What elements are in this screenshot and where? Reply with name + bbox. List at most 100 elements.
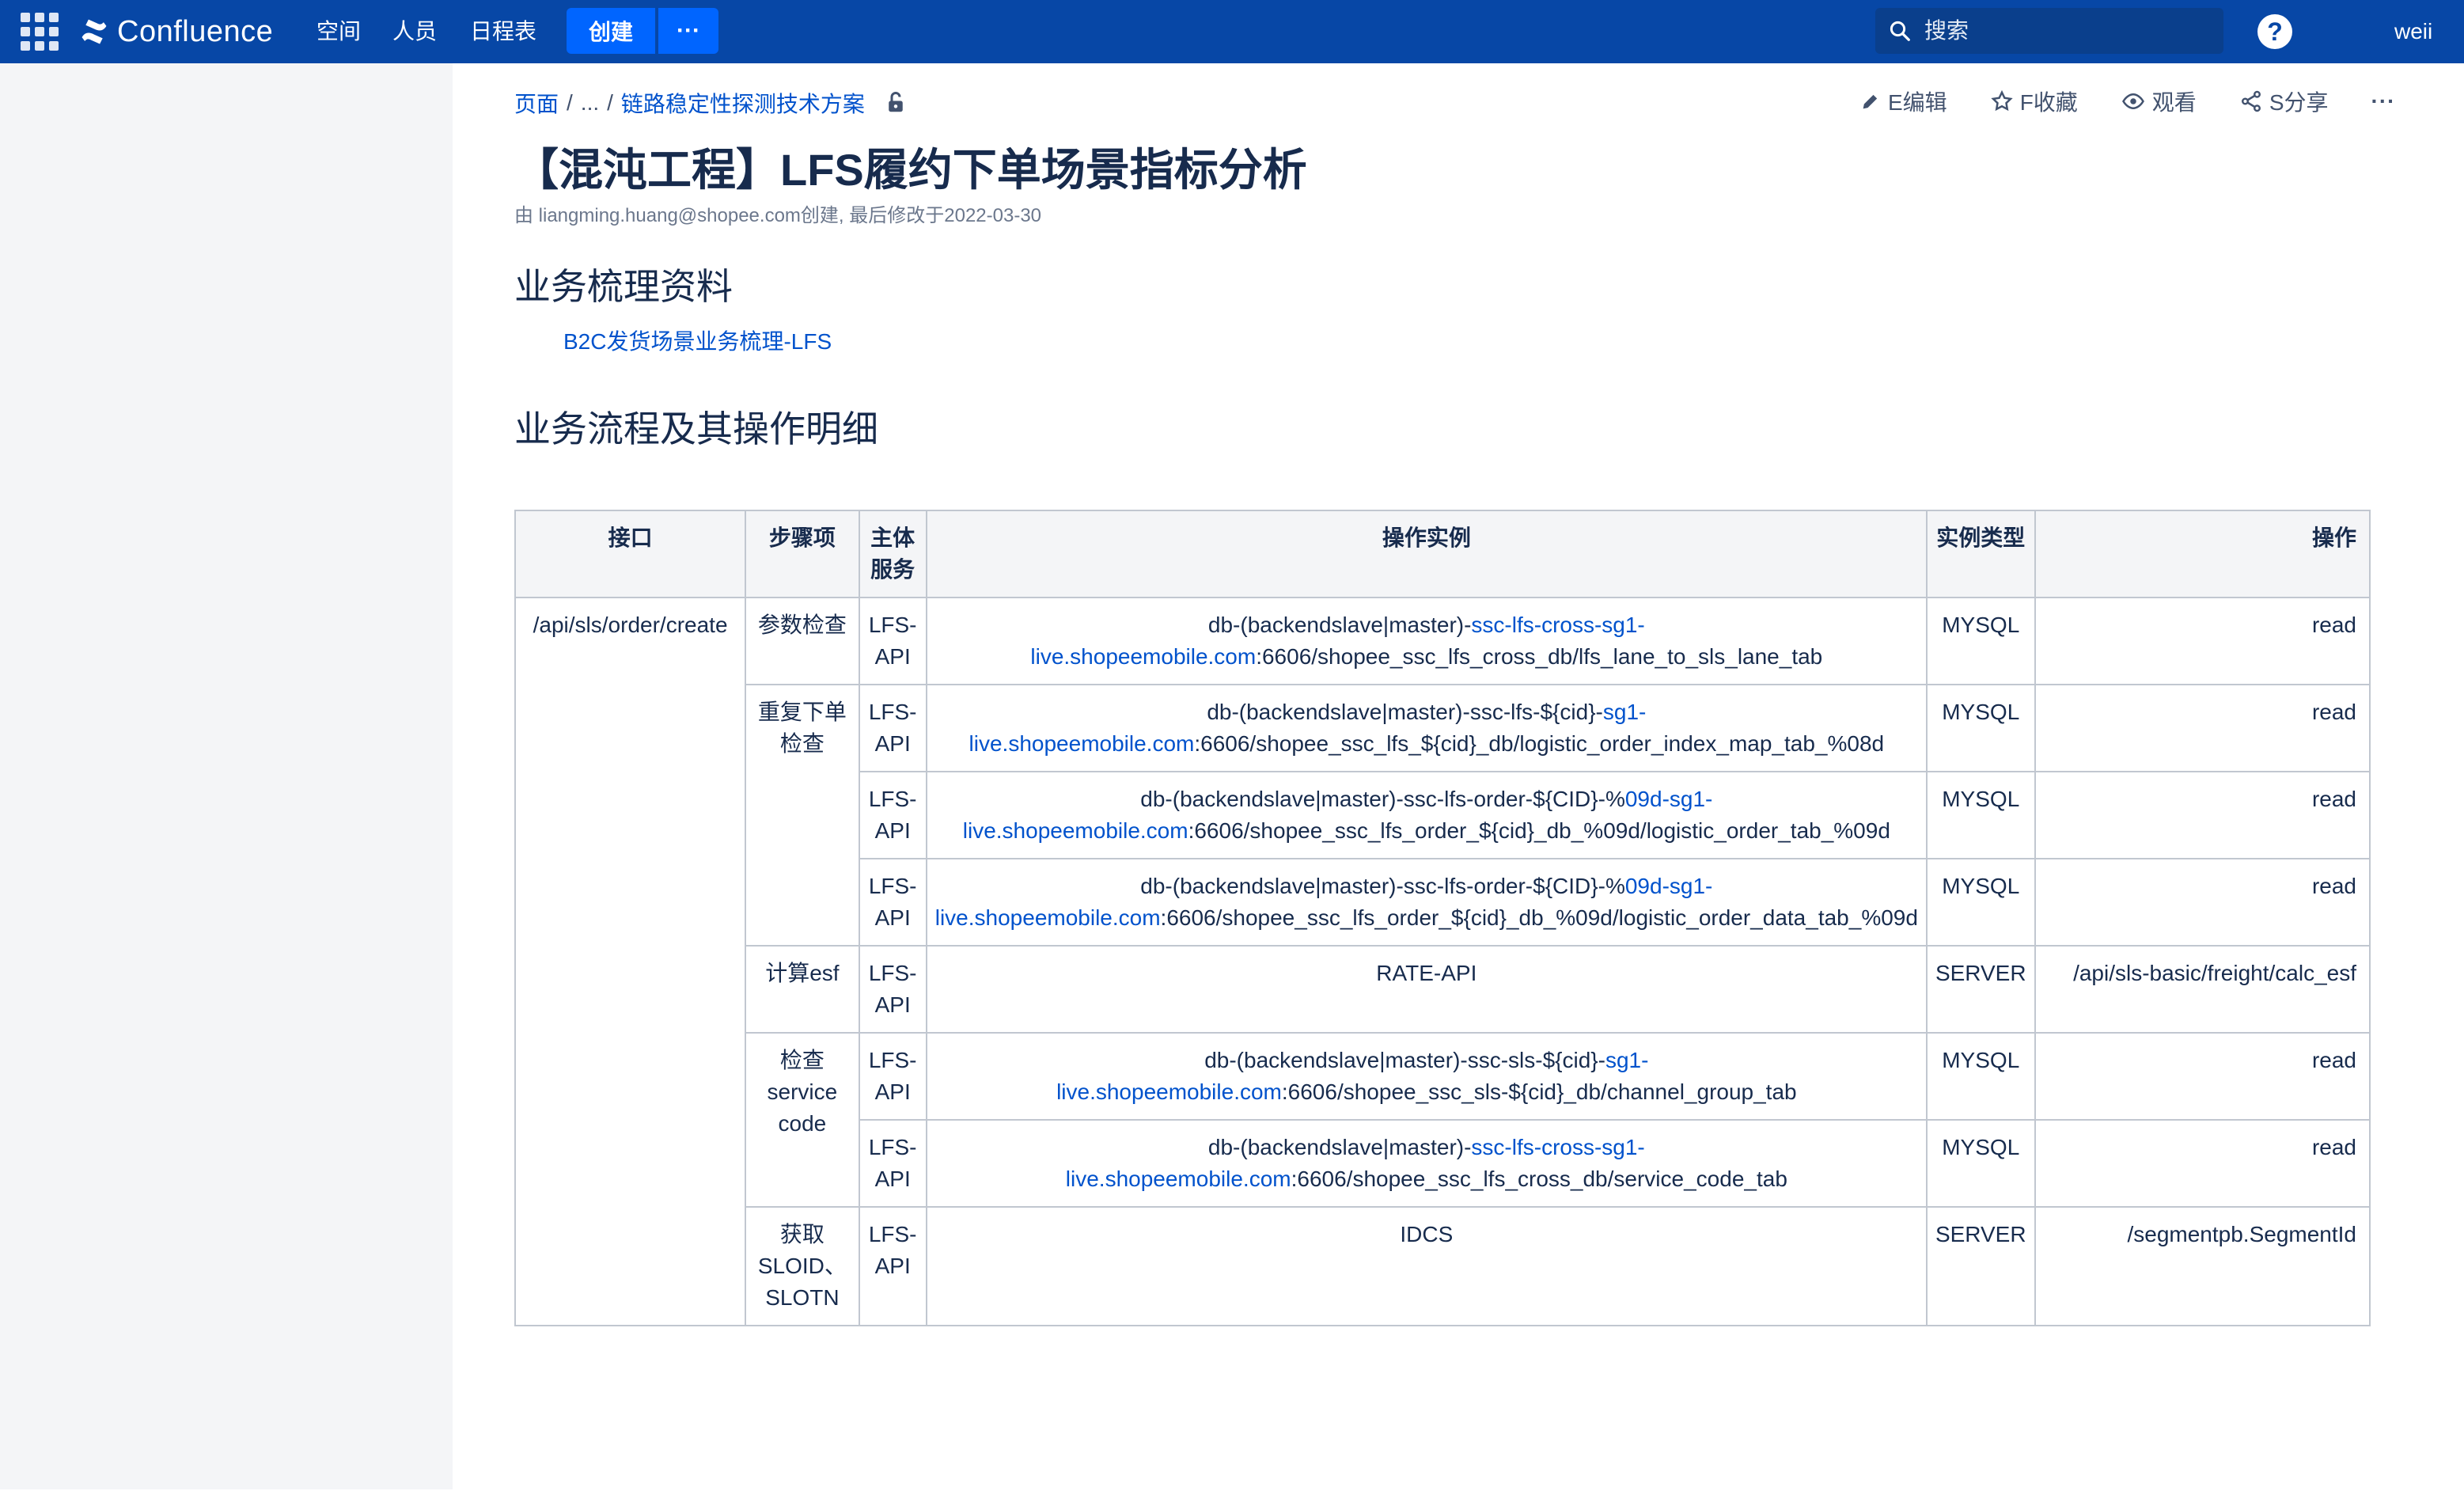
more-actions-button[interactable]: ··· xyxy=(2371,89,2396,114)
cell-instance-example: db-(backendslave|master)-ssc-lfs-cross-s… xyxy=(925,1119,1928,1208)
breadcrumb: 页面 / ... / 链路稳定性探测技术方案 xyxy=(514,87,906,119)
header-service: 主体服务 xyxy=(858,510,927,598)
confluence-logo-icon xyxy=(82,19,107,44)
share-label: S分享 xyxy=(2269,90,2329,115)
watch-button[interactable]: 观看 xyxy=(2121,85,2197,117)
header-instance-type: 实例类型 xyxy=(1925,510,2036,598)
business-doc-link[interactable]: B2C发货场景业务梳理-LFS xyxy=(563,324,832,356)
cell-operation: /segmentpb.SegmentId xyxy=(2034,1206,2371,1326)
instance-text: db-(backendslave|master)-ssc-lfs-${cid}- xyxy=(1207,700,1603,724)
table-row: 重复下单检查 LFS-API db-(backendslave|master)-… xyxy=(515,684,2371,947)
edit-label: E编辑 xyxy=(1888,90,1947,115)
breadcrumb-root[interactable]: 页面 xyxy=(514,87,559,119)
cell-service: LFS-API xyxy=(858,1206,927,1326)
app-switcher-icon[interactable] xyxy=(21,13,60,52)
cell-instance-example: db-(backendslave|master)-ssc-lfs-order-$… xyxy=(925,771,1928,859)
search-icon xyxy=(1890,21,1910,41)
header-interface: 接口 xyxy=(514,510,747,598)
cell-instance-example: db-(backendslave|master)-ssc-lfs-${cid}-… xyxy=(925,684,1928,772)
confluence-logo[interactable]: Confluence xyxy=(79,9,273,54)
page-byline: 由 liangming.huang@shopee.com创建, 最后修改于202… xyxy=(514,205,1042,226)
instance-text: :6606/shopee_ssc_lfs_cross_db/service_co… xyxy=(1291,1167,1787,1191)
edit-button[interactable]: E编辑 xyxy=(1859,85,1947,117)
instance-text: db-(backendslave|master)-ssc-lfs-order-$… xyxy=(1140,874,1625,898)
cell-instance-example: db-(backendslave|master)-ssc-lfs-cross-s… xyxy=(925,597,1928,685)
instance-text: db-(backendslave|master)- xyxy=(1207,1135,1472,1159)
pencil-icon xyxy=(1863,94,1878,109)
table-row: 检查service code LFS-API db-(backendslave|… xyxy=(515,1032,2371,1208)
cell-instance-type: MYSQL xyxy=(1925,771,2036,859)
cell-operation: /api/sls-basic/freight/calc_esf xyxy=(2034,945,2371,1034)
cell-instance-type: SERVER xyxy=(1925,945,2036,1034)
search-input[interactable] xyxy=(1923,17,2211,44)
sidebar xyxy=(0,63,453,1489)
breadcrumb-separator: / xyxy=(567,90,573,115)
cell-step: 检查service code xyxy=(745,1032,860,1208)
search-box[interactable] xyxy=(1875,8,2223,54)
page-actions: E编辑 F收藏 观看 S分享 ··· xyxy=(1859,85,2438,117)
favorite-label: F收藏 xyxy=(2019,90,2078,115)
cell-operation: read xyxy=(2034,858,2371,947)
cell-instance-type: MYSQL xyxy=(1925,684,2036,772)
header-operation: 操作 xyxy=(2034,510,2371,598)
instance-text: :6606/shopee_ssc_lfs_${cid}_db/logistic_… xyxy=(1194,731,1885,756)
eye-icon xyxy=(2121,93,2144,110)
cell-step: 重复下单检查 xyxy=(745,684,860,947)
help-icon[interactable]: ? xyxy=(2257,14,2292,49)
instance-text: :6606/shopee_ssc_lfs_cross_db/lfs_lane_t… xyxy=(1256,644,1823,669)
share-button[interactable]: S分享 xyxy=(2239,85,2329,117)
table-row: 计算esf LFS-API RATE-API SERVER /api/sls-b… xyxy=(515,945,2371,1034)
cell-interface: /api/sls/order/create xyxy=(514,597,747,1326)
section-heading-business-docs: 业务梳理资料 xyxy=(514,266,733,307)
user-menu[interactable]: weii xyxy=(2394,16,2432,47)
cell-instance-type: MYSQL xyxy=(1925,597,2036,685)
cell-instance-example: IDCS xyxy=(925,1206,1928,1326)
cell-instance-example: db-(backendslave|master)-ssc-lfs-order-$… xyxy=(925,858,1928,947)
breadcrumb-parent[interactable]: 链路稳定性探测技术方案 xyxy=(621,87,865,119)
nav-calendars[interactable]: 日程表 xyxy=(470,16,536,47)
instance-text: db-(backendslave|master)-ssc-lfs-order-$… xyxy=(1140,787,1625,811)
cell-instance-type: MYSQL xyxy=(1925,1119,2036,1208)
cell-operation: read xyxy=(2034,1032,2371,1121)
cell-step: 获取SLOID、SLOTN xyxy=(745,1206,860,1326)
section-heading-process: 业务流程及其操作明细 xyxy=(514,408,878,450)
cell-instance-example: RATE-API xyxy=(925,945,1928,1034)
nav-people[interactable]: 人员 xyxy=(392,16,437,47)
favorite-button[interactable]: F收藏 xyxy=(1990,85,2078,117)
more-actions-icon: ··· xyxy=(2371,89,2396,113)
unlock-icon[interactable] xyxy=(885,91,906,115)
process-table-container[interactable]: 接口 步骤项 主体服务 操作实例 实例类型 操作 /api/sls/order/… xyxy=(514,510,2371,1491)
cell-operation: read xyxy=(2034,597,2371,685)
cell-service: LFS-API xyxy=(858,858,927,947)
cell-service: LFS-API xyxy=(858,597,927,685)
cell-service: LFS-API xyxy=(858,1032,927,1121)
cell-service: LFS-API xyxy=(858,771,927,859)
header-instance-example: 操作实例 xyxy=(925,510,1928,598)
instance-text: db-(backendslave|master)-ssc-sls-${cid}- xyxy=(1204,1048,1605,1072)
instance-text: :6606/shopee_ssc_lfs_order_${cid}_db_%09… xyxy=(1160,905,1918,930)
watch-label: 观看 xyxy=(2151,90,2197,115)
cell-instance-example: db-(backendslave|master)-ssc-sls-${cid}-… xyxy=(925,1032,1928,1121)
star-icon xyxy=(1991,89,2013,112)
cell-operation: read xyxy=(2034,684,2371,772)
cell-service: LFS-API xyxy=(858,1119,927,1208)
product-name: Confluence xyxy=(117,14,274,48)
instance-text: :6606/shopee_ssc_lfs_order_${cid}_db_%09… xyxy=(1188,818,1890,843)
cell-instance-type: SERVER xyxy=(1925,1206,2036,1326)
cell-service: LFS-API xyxy=(858,684,927,772)
cell-operation: read xyxy=(2034,1119,2371,1208)
create-button[interactable]: 创建 xyxy=(567,8,655,54)
breadcrumb-ellipsis[interactable]: ... xyxy=(581,90,599,116)
nav-spaces[interactable]: 空间 xyxy=(317,16,361,47)
cell-instance-type: MYSQL xyxy=(1925,1032,2036,1121)
table-header-row: 接口 步骤项 主体服务 操作实例 实例类型 操作 xyxy=(514,510,2371,598)
process-table: 接口 步骤项 主体服务 操作实例 实例类型 操作 /api/sls/order/… xyxy=(514,510,2371,1326)
cell-service: LFS-API xyxy=(858,945,927,1034)
instance-text: :6606/shopee_ssc_sls-${cid}_db/channel_g… xyxy=(1281,1079,1797,1104)
cell-operation: read xyxy=(2034,771,2371,859)
share-icon xyxy=(2241,90,2261,112)
top-navigation-bar: Confluence 空间 人员 日程表 创建 ··· ? weii xyxy=(0,0,2464,63)
create-more-button[interactable]: ··· xyxy=(658,8,718,54)
table-row: 获取SLOID、SLOTN LFS-API IDCS SERVER /segme… xyxy=(515,1206,2371,1326)
table-row: /api/sls/order/create 参数检查 LFS-API db-(b… xyxy=(514,597,2371,1326)
